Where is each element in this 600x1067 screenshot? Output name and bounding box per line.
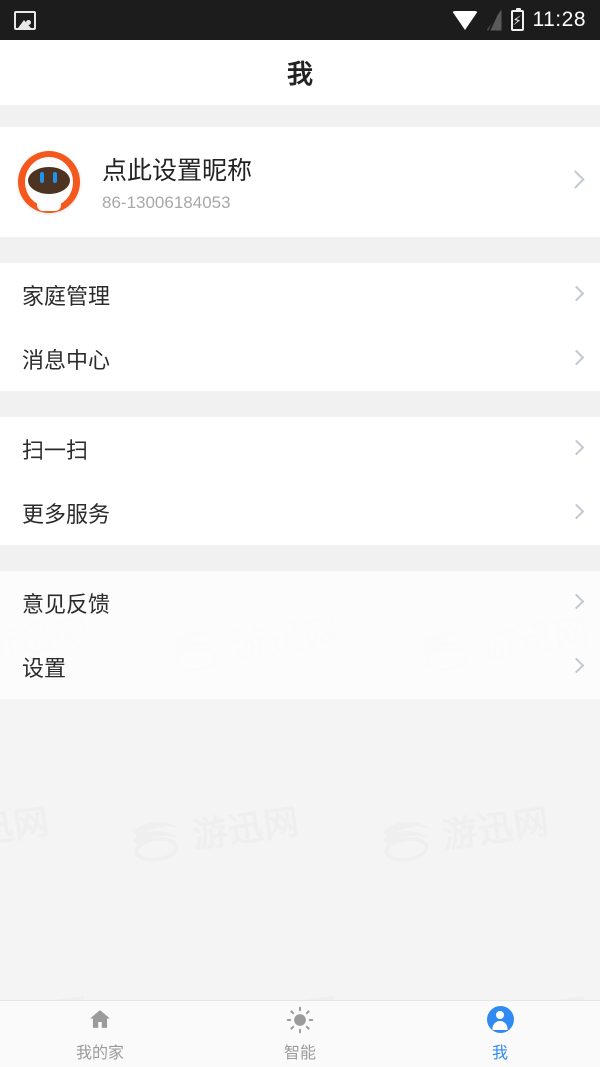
chevron-right-icon bbox=[566, 170, 585, 189]
watermark-tile: 游迅网 bbox=[0, 793, 53, 867]
menu-item-label: 消息中心 bbox=[22, 348, 111, 373]
watermark-tile: 游迅网 bbox=[417, 983, 593, 1000]
menu-group-2: 扫一扫 更多服务 bbox=[0, 417, 600, 545]
signal-off-icon bbox=[487, 10, 502, 31]
status-bar-right: ⚡ 11:28 bbox=[451, 7, 587, 32]
bottom-navigation: 我的家 智能 我 bbox=[0, 1000, 600, 1067]
watermark-tile: 游迅网 bbox=[127, 793, 302, 867]
page-title: 我 bbox=[286, 59, 313, 89]
profile-card[interactable]: 点此设置昵称 86-13006184053 bbox=[0, 127, 600, 237]
chevron-right-icon bbox=[568, 349, 585, 368]
page-body: 游迅网游迅网游迅网游迅网游迅网游迅网游迅网游迅网游迅网游迅网游迅网游迅网游迅网游… bbox=[0, 105, 600, 1000]
chevron-right-icon bbox=[568, 657, 585, 676]
menu-group-3: 意见反馈 设置 bbox=[0, 571, 600, 699]
person-icon bbox=[486, 1006, 514, 1034]
status-bar: ⚡ 11:28 bbox=[0, 0, 600, 40]
home-icon bbox=[87, 1006, 113, 1034]
image-icon bbox=[14, 10, 36, 30]
watermark-swoosh-icon bbox=[382, 821, 430, 862]
menu-item-scan[interactable]: 扫一扫 bbox=[0, 417, 600, 481]
app-header: 我 bbox=[0, 40, 600, 105]
chevron-right-icon bbox=[568, 503, 585, 522]
menu-item-label: 家庭管理 bbox=[22, 284, 111, 309]
watermark-tile: 游迅网 bbox=[167, 983, 343, 1000]
watermark-tile: 游迅网 bbox=[377, 793, 552, 867]
section-gap bbox=[0, 391, 600, 417]
menu-item-label: 设置 bbox=[22, 656, 67, 681]
watermark-text: 游迅网 bbox=[439, 802, 553, 857]
menu-item-label: 扫一扫 bbox=[22, 438, 89, 463]
status-bar-clock: 11:28 bbox=[532, 8, 586, 31]
watermark-text: 游迅网 bbox=[479, 983, 593, 1000]
watermark-swoosh-icon bbox=[132, 821, 180, 862]
brightness-icon bbox=[286, 1006, 314, 1034]
avatar bbox=[18, 151, 80, 213]
menu-item-settings[interactable]: 设置 bbox=[0, 635, 600, 699]
menu-item-label: 更多服务 bbox=[22, 502, 111, 527]
section-gap bbox=[0, 237, 600, 263]
content-container: 点此设置昵称 86-13006184053 家庭管理 消息中心 扫一扫 更多服务… bbox=[0, 105, 600, 699]
wifi-icon bbox=[451, 10, 478, 30]
battery-charging-icon: ⚡ bbox=[510, 7, 524, 31]
avatar-eye-right bbox=[53, 172, 57, 183]
profile-phone: 86-13006184053 bbox=[102, 193, 231, 212]
tab-me[interactable]: 我 bbox=[400, 1001, 600, 1067]
avatar-eye-left bbox=[40, 172, 44, 183]
avatar-chin bbox=[37, 195, 61, 211]
status-bar-left bbox=[14, 10, 36, 30]
menu-item-message-center[interactable]: 消息中心 bbox=[0, 327, 600, 391]
section-gap bbox=[0, 545, 600, 571]
tab-my-home[interactable]: 我的家 bbox=[0, 1001, 200, 1067]
chevron-right-icon bbox=[568, 439, 585, 458]
tab-label: 我 bbox=[491, 1044, 508, 1062]
tab-label: 我的家 bbox=[75, 1044, 124, 1062]
watermark-text: 游迅网 bbox=[189, 802, 303, 857]
chevron-right-icon bbox=[568, 285, 585, 304]
watermark-tile: 游迅网 bbox=[0, 983, 93, 1000]
profile-text: 点此设置昵称 86-13006184053 bbox=[102, 151, 252, 213]
menu-item-more-services[interactable]: 更多服务 bbox=[0, 481, 600, 545]
profile-chevron bbox=[566, 170, 585, 191]
tab-smart[interactable]: 智能 bbox=[200, 1001, 400, 1067]
menu-item-label: 意见反馈 bbox=[22, 592, 111, 617]
menu-item-feedback[interactable]: 意见反馈 bbox=[0, 571, 600, 635]
profile-nickname: 点此设置昵称 bbox=[102, 157, 253, 185]
avatar-face bbox=[28, 167, 70, 194]
chevron-right-icon bbox=[568, 593, 585, 612]
watermark-text: 游迅网 bbox=[229, 983, 343, 1000]
menu-item-family-management[interactable]: 家庭管理 bbox=[0, 263, 600, 327]
watermark-text: 游迅网 bbox=[0, 802, 53, 857]
app-root: ⚡ 11:28 我 游迅网游迅网游迅网游迅网游迅网游迅网游迅网游迅网游迅网游迅网… bbox=[0, 0, 600, 1067]
menu-group-1: 家庭管理 消息中心 bbox=[0, 263, 600, 391]
watermark-text: 游迅网 bbox=[0, 983, 93, 1000]
section-gap bbox=[0, 105, 600, 127]
tab-label: 智能 bbox=[283, 1044, 316, 1062]
